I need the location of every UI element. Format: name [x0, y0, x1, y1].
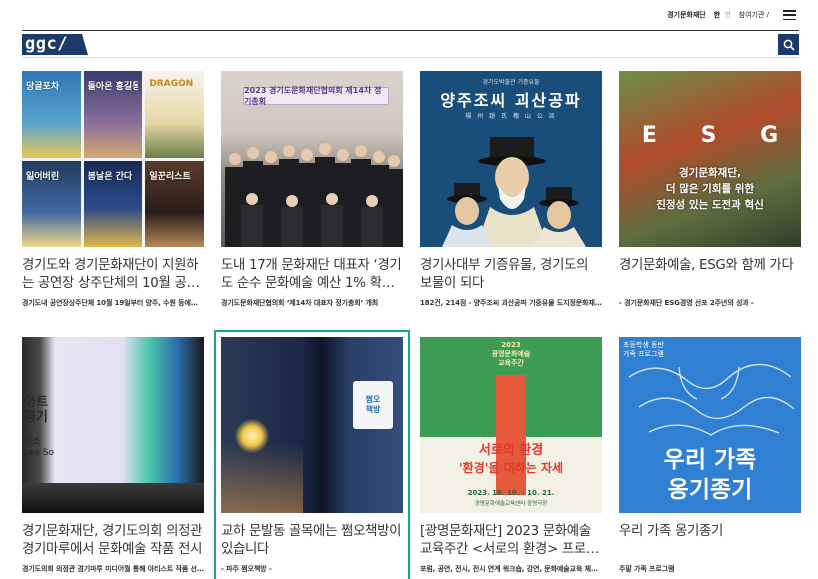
site-header: ggc/	[22, 30, 799, 58]
site-logo[interactable]: ggc/	[22, 34, 88, 55]
lang-korean[interactable]: 한	[714, 10, 720, 20]
poster-place: 광명문화예술교육센터·광명극장	[474, 501, 548, 507]
news-card[interactable]: 경기도박물관 기증유물 양주조씨 괴산공파 楊 州 趙 氏 槐 山 公 派 경기…	[420, 71, 602, 308]
card-description: 포럼, 공연, 전시, 전시 연계 워크숍, 강연, 문화예술교육 체험 등	[420, 565, 602, 573]
thumb-hanja: 楊 州 趙 氏 槐 山 公 派	[465, 113, 557, 120]
card-thumbnail: 당골포차 돌아온 홍길동 DRAGON 잃어버린 봄날은 간다 일꾼리스트	[22, 71, 204, 247]
lang-english[interactable]: 영	[724, 10, 730, 20]
top-utility-bar: 경기문화재단 한 영 참여기관 /	[667, 8, 796, 22]
card-title[interactable]: 경기문화예술, ESG와 함께 가다	[619, 257, 801, 293]
card-title[interactable]: 경기문화재단, 경기도의회 의정관 경기마루에서 문화예술 작품 전시	[22, 523, 204, 559]
poster-year: 2023	[501, 341, 521, 349]
language-switch: 한 영	[714, 10, 731, 20]
group-photo	[225, 143, 403, 247]
card-title[interactable]: 경기도와 경기문화재단이 지원하는 공연장 상주단체의 10월 공연 소식	[22, 257, 204, 293]
news-card-selected[interactable]: 쩜오 책방 교하 문발동 골목에는 쩜오책방이 있습니다 - 파주 쩜오책방 -	[221, 337, 403, 574]
card-thumbnail: E S G 경기문화재단, 더 많은 기회를 위한 진정성 있는 도전과 혁신	[619, 71, 801, 247]
org-name-link[interactable]: 경기문화재단	[667, 10, 706, 20]
card-description: 182건, 214점 - 양주조씨 괴산공파 기증유물 도지정문화재 지정	[420, 299, 602, 307]
poster-image: 봄날은 간다	[83, 160, 143, 247]
esg-line: 경기문화재단,	[679, 167, 741, 179]
poster-title: 광명문화예술 교육주간	[491, 350, 531, 367]
scholar-illustration	[442, 137, 586, 247]
news-card[interactable]: 2023 경기도문화재단협의회 제14차 정기총회 도내 17개 문화재단 대표…	[221, 71, 403, 308]
esg-headline: E S G	[641, 123, 797, 148]
esg-line: 진정성 있는 도전과 혁신	[656, 199, 764, 211]
search-icon	[783, 39, 795, 51]
news-card[interactable]: 아트 경기 이소 Lee So 경기문화재단, 경기도의회 의정관 경기마루에서…	[22, 337, 204, 574]
poster-date: 2023. 10. 10. - 10. 21.	[467, 489, 555, 497]
screen-text: 아트 경기	[24, 395, 48, 425]
card-title[interactable]: 도내 17개 문화재단 대표자 ‘경기도 순수 문화예술 예산 1% 확대’ 촉…	[221, 257, 403, 293]
card-thumbnail: 2023 광명문화예술 교육주간 서로의 환경 '환경'을 대하는 자세 202…	[420, 337, 602, 513]
card-title[interactable]: 우리 가족 옹기종기	[619, 523, 801, 559]
bookstore-sign: 쩜오 책방	[353, 381, 393, 429]
poster-image: 당골포차	[22, 71, 81, 158]
thumb-subtitle: 경기도박물관 기증유물	[482, 79, 540, 86]
card-title[interactable]: [광명문화재단] 2023 문화예술교육주간 <서로의 환경> 프로그램 운영	[420, 523, 602, 559]
poster-image: 일꾼리스트	[145, 160, 204, 247]
card-thumbnail: 쩜오 책방	[221, 337, 403, 513]
logo-text: ggc/	[25, 34, 68, 54]
poster-image: 잃어버린	[22, 160, 81, 247]
card-thumbnail: 2023 경기도문화재단협의회 제14차 정기총회	[221, 71, 403, 247]
card-thumbnail: 초등학생 동반 가족 프로그램 우리 가족 옹기종기	[619, 337, 801, 513]
news-card[interactable]: 당골포차 돌아온 홍길동 DRAGON 잃어버린 봄날은 간다 일꾼리스트 경기…	[22, 71, 204, 308]
participating-orgs-link[interactable]: 참여기관 /	[739, 10, 769, 20]
hamburger-icon[interactable]	[783, 10, 796, 20]
star-lamp	[235, 419, 269, 453]
bookstore-light	[221, 443, 303, 513]
card-thumbnail: 경기도박물관 기증유물 양주조씨 괴산공파 楊 州 趙 氏 槐 山 公 派	[420, 71, 602, 247]
card-description: 경기도내 공연장상주단체 10월 19일부터 양주, 수원 등에서 공연	[22, 299, 204, 307]
search-button[interactable]	[778, 34, 799, 55]
card-description: 경기도문화재단협의회 ‘제14차 대표자 정기총회’ 개최	[221, 299, 379, 307]
news-card[interactable]: 2023 광명문화예술 교육주간 서로의 환경 '환경'을 대하는 자세 202…	[420, 337, 602, 574]
poster-road	[496, 375, 526, 495]
gallery-floor	[22, 483, 204, 513]
program-headline: 우리 가족 옹기종기	[663, 447, 757, 503]
news-card[interactable]: 초등학생 동반 가족 프로그램 우리 가족 옹기종기 우리 가족 옹기종기 주말…	[619, 337, 801, 574]
card-description: 경기도의회 의정관 경기마루 미디어월 통해 아티스트 작품 선보여	[22, 565, 204, 573]
card-thumbnail: 아트 경기 이소 Lee So	[22, 337, 204, 513]
poster-headline: 서로의 환경	[478, 443, 544, 458]
esg-line: 더 많은 기회를 위한	[665, 183, 755, 195]
event-banner: 2023 경기도문화재단협의회 제14차 정기총회	[243, 86, 389, 106]
card-description: 주말 가족 프로그램	[619, 565, 675, 573]
thumb-title: 양주조씨 괴산공파	[440, 91, 582, 110]
poster-subheadline: '환경'을 대하는 자세	[458, 461, 564, 475]
card-description: - 경기문화재단 ESG경영 선포 2주년의 성과 -	[619, 299, 754, 307]
card-title[interactable]: 교하 문발동 골목에는 쩜오책방이 있습니다	[221, 523, 403, 559]
artist-name: 이소 Lee So	[24, 437, 55, 458]
news-card[interactable]: E S G 경기문화재단, 더 많은 기회를 위한 진정성 있는 도전과 혁신 …	[619, 71, 801, 308]
poster-image: 돌아온 홍길동	[83, 71, 143, 158]
card-description: - 파주 쩜오책방 -	[221, 565, 272, 573]
participating-orgs-label: 참여기관	[738, 11, 765, 19]
poster-image: DRAGON	[145, 71, 204, 158]
program-tag: 초등학생 동반 가족 프로그램	[623, 341, 664, 358]
card-title[interactable]: 경기사대부 기증유물, 경기도의 보물이 되다	[420, 257, 602, 293]
